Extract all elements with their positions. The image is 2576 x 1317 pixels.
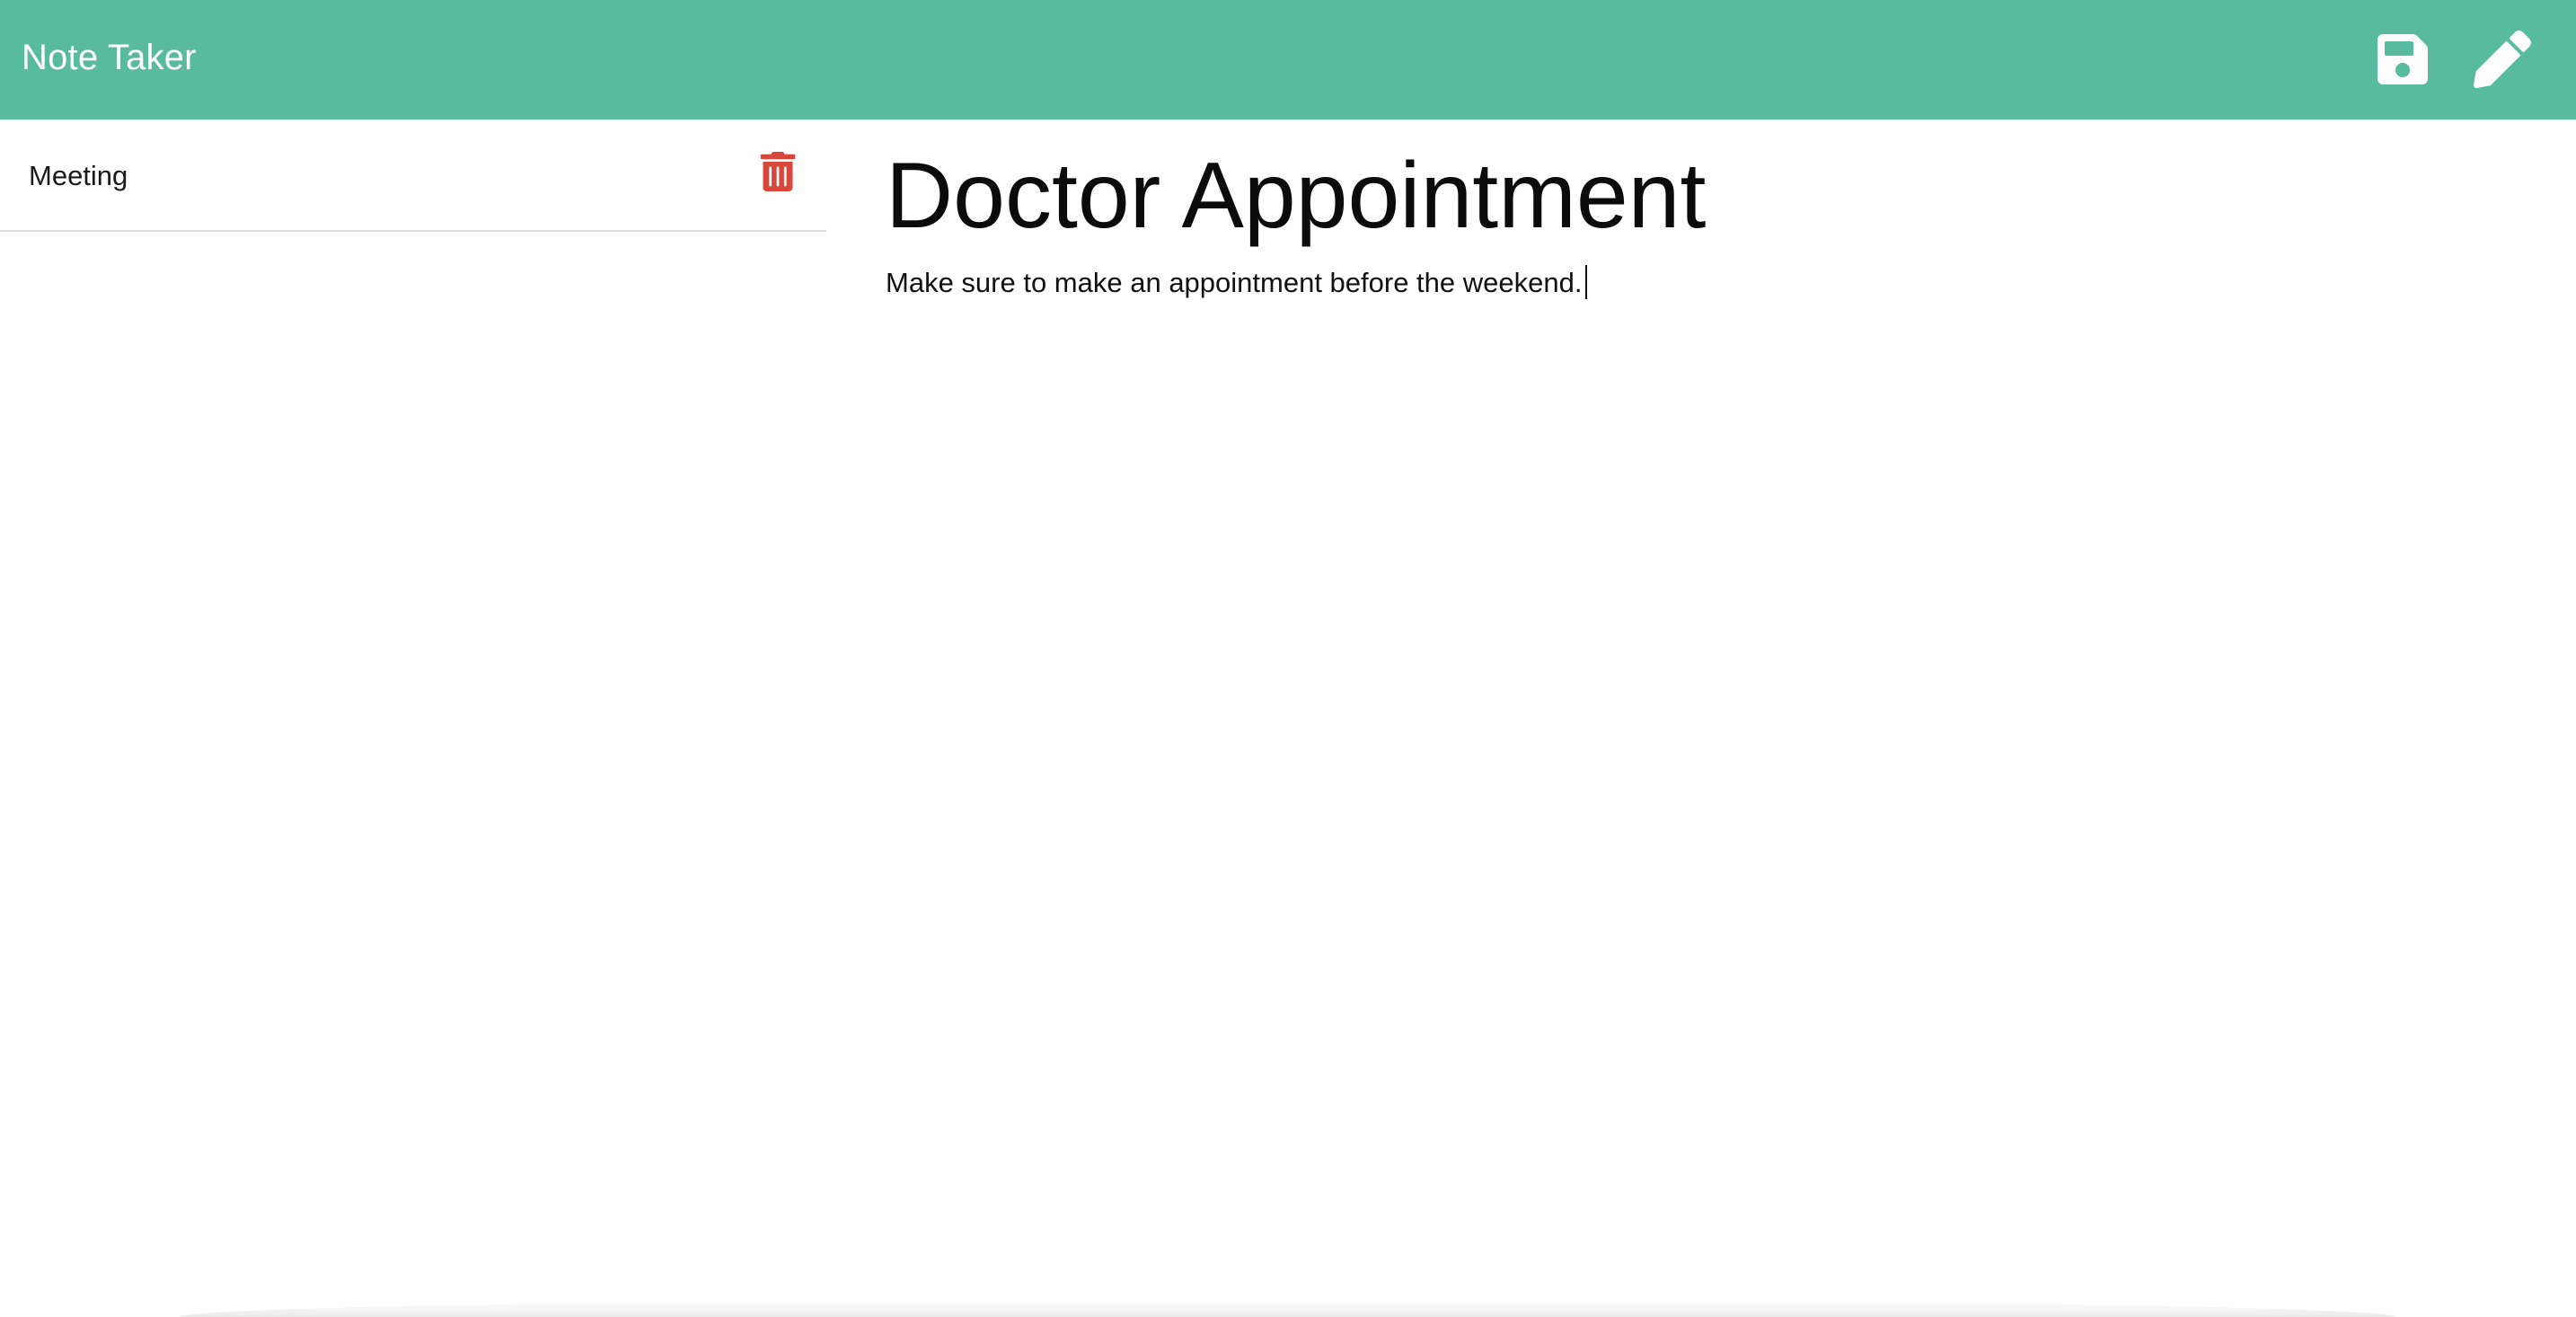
notes-sidebar: Meeting bbox=[0, 119, 826, 1317]
text-cursor bbox=[1585, 265, 1588, 299]
save-icon bbox=[2374, 31, 2431, 88]
navbar: Note Taker bbox=[0, 0, 2576, 119]
note-text-area[interactable]: Make sure to make an appointment before … bbox=[886, 261, 2538, 305]
note-body-text: Make sure to make an appointment before … bbox=[886, 267, 1583, 298]
note-title-input[interactable]: Doctor Appointment bbox=[886, 139, 2538, 252]
list-item[interactable]: Meeting bbox=[0, 119, 826, 232]
new-note-button[interactable] bbox=[2474, 31, 2531, 88]
save-note-button[interactable] bbox=[2374, 31, 2431, 88]
pencil-icon bbox=[2474, 31, 2531, 88]
trash-icon bbox=[760, 152, 796, 191]
note-item-label: Meeting bbox=[29, 160, 128, 191]
app-title[interactable]: Note Taker bbox=[22, 0, 197, 119]
delete-note-button[interactable] bbox=[760, 152, 796, 191]
